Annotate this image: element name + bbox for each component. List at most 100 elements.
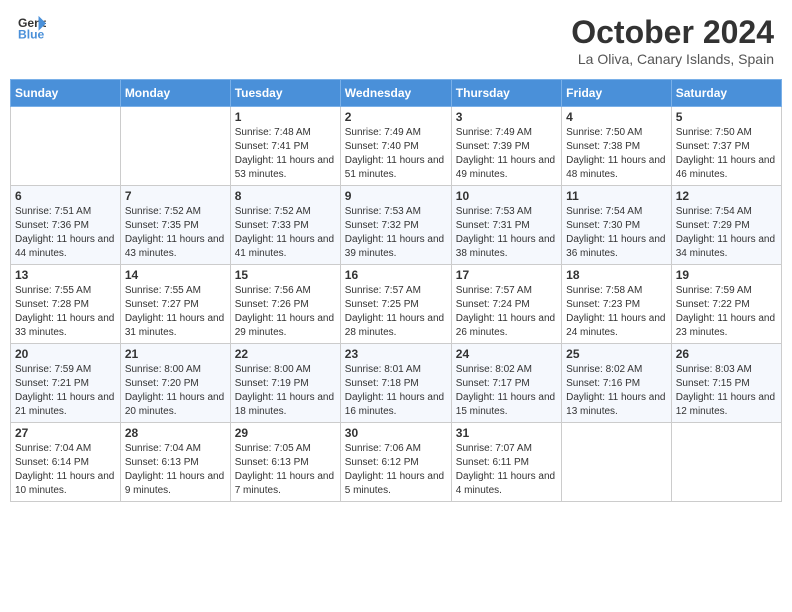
- day-number: 15: [235, 268, 336, 282]
- day-number: 1: [235, 110, 336, 124]
- day-number: 20: [15, 347, 116, 361]
- day-info: Sunrise: 7:07 AM Sunset: 6:11 PM Dayligh…: [456, 442, 557, 498]
- day-number: 27: [15, 426, 116, 440]
- day-number: 16: [345, 268, 447, 282]
- day-number: 29: [235, 426, 336, 440]
- day-info: Sunrise: 7:59 AM Sunset: 7:21 PM Dayligh…: [15, 363, 116, 419]
- day-info: Sunrise: 8:01 AM Sunset: 7:18 PM Dayligh…: [345, 363, 447, 419]
- day-number: 28: [125, 426, 226, 440]
- weekday-header: Wednesday: [340, 80, 451, 107]
- month-title: October 2024: [571, 14, 774, 51]
- logo-icon: General Blue: [18, 14, 46, 42]
- calendar-day-cell: [120, 107, 230, 186]
- calendar-week-row: 27 Sunrise: 7:04 AM Sunset: 6:14 PM Dayli…: [11, 423, 782, 502]
- calendar-day-cell: 6 Sunrise: 7:51 AM Sunset: 7:36 PM Daylig…: [11, 186, 121, 265]
- day-info: Sunrise: 7:52 AM Sunset: 7:35 PM Dayligh…: [125, 205, 226, 261]
- day-info: Sunrise: 7:55 AM Sunset: 7:27 PM Dayligh…: [125, 284, 226, 340]
- day-info: Sunrise: 7:55 AM Sunset: 7:28 PM Dayligh…: [15, 284, 116, 340]
- calendar-day-cell: 13Sunrise: 7:55 AM Sunset: 7:28 PM Dayli…: [11, 265, 121, 344]
- weekday-header: Tuesday: [230, 80, 340, 107]
- weekday-header: Thursday: [451, 80, 561, 107]
- day-number: 3: [456, 110, 557, 124]
- day-number: 18: [566, 268, 667, 282]
- calendar-day-cell: [671, 423, 781, 502]
- day-number: 7: [125, 189, 226, 203]
- calendar-day-cell: 15Sunrise: 7:56 AM Sunset: 7:26 PM Dayli…: [230, 265, 340, 344]
- day-number: 22: [235, 347, 336, 361]
- calendar-day-cell: 9Sunrise: 7:53 AM Sunset: 7:32 PM Daylig…: [340, 186, 451, 265]
- weekday-header: Monday: [120, 80, 230, 107]
- calendar-day-cell: 26 Sunrise: 8:03 AM Sunset: 7:15 PM Dayli…: [671, 344, 781, 423]
- day-info: Sunrise: 8:03 AM Sunset: 7:15 PM Dayligh…: [676, 363, 777, 419]
- day-number: 10: [456, 189, 557, 203]
- calendar-day-cell: 23 Sunrise: 8:01 AM Sunset: 7:18 PM Dayli…: [340, 344, 451, 423]
- weekday-header: Sunday: [11, 80, 121, 107]
- calendar-week-row: 13Sunrise: 7:55 AM Sunset: 7:28 PM Dayli…: [11, 265, 782, 344]
- day-number: 11: [566, 189, 667, 203]
- day-info: Sunrise: 7:54 AM Sunset: 7:29 PM Dayligh…: [676, 205, 777, 261]
- calendar-day-cell: 16 Sunrise: 7:57 AM Sunset: 7:25 PM Dayli…: [340, 265, 451, 344]
- calendar-day-cell: 5 Sunrise: 7:50 AM Sunset: 7:37 PM Daylig…: [671, 107, 781, 186]
- calendar-table: SundayMondayTuesdayWednesdayThursdayFrid…: [10, 79, 782, 502]
- day-number: 14: [125, 268, 226, 282]
- day-number: 8: [235, 189, 336, 203]
- day-number: 9: [345, 189, 447, 203]
- weekday-header: Saturday: [671, 80, 781, 107]
- day-info: Sunrise: 7:54 AM Sunset: 7:30 PM Dayligh…: [566, 205, 667, 261]
- day-number: 31: [456, 426, 557, 440]
- calendar-header-row: SundayMondayTuesdayWednesdayThursdayFrid…: [11, 80, 782, 107]
- day-info: Sunrise: 8:02 AM Sunset: 7:16 PM Dayligh…: [566, 363, 667, 419]
- calendar-day-cell: 11 Sunrise: 7:54 AM Sunset: 7:30 PM Dayli…: [562, 186, 672, 265]
- calendar-day-cell: 7 Sunrise: 7:52 AM Sunset: 7:35 PM Daylig…: [120, 186, 230, 265]
- calendar-day-cell: 18 Sunrise: 7:58 AM Sunset: 7:23 PM Dayli…: [562, 265, 672, 344]
- calendar-day-cell: 20 Sunrise: 7:59 AM Sunset: 7:21 PM Dayli…: [11, 344, 121, 423]
- calendar-day-cell: 8 Sunrise: 7:52 AM Sunset: 7:33 PM Daylig…: [230, 186, 340, 265]
- day-number: 21: [125, 347, 226, 361]
- calendar-day-cell: 1 Sunrise: 7:48 AM Sunset: 7:41 PM Daylig…: [230, 107, 340, 186]
- day-info: Sunrise: 7:48 AM Sunset: 7:41 PM Dayligh…: [235, 126, 336, 182]
- day-number: 2: [345, 110, 447, 124]
- day-info: Sunrise: 8:00 AM Sunset: 7:20 PM Dayligh…: [125, 363, 226, 419]
- weekday-header: Friday: [562, 80, 672, 107]
- location-title: La Oliva, Canary Islands, Spain: [571, 51, 774, 67]
- calendar-day-cell: 19 Sunrise: 7:59 AM Sunset: 7:22 PM Dayli…: [671, 265, 781, 344]
- calendar-week-row: 6 Sunrise: 7:51 AM Sunset: 7:36 PM Daylig…: [11, 186, 782, 265]
- calendar-day-cell: 22 Sunrise: 8:00 AM Sunset: 7:19 PM Dayli…: [230, 344, 340, 423]
- day-number: 26: [676, 347, 777, 361]
- day-number: 5: [676, 110, 777, 124]
- calendar-day-cell: 24Sunrise: 8:02 AM Sunset: 7:17 PM Dayli…: [451, 344, 561, 423]
- calendar-day-cell: 12 Sunrise: 7:54 AM Sunset: 7:29 PM Dayli…: [671, 186, 781, 265]
- calendar-day-cell: 28Sunrise: 7:04 AM Sunset: 6:13 PM Dayli…: [120, 423, 230, 502]
- day-info: Sunrise: 7:50 AM Sunset: 7:38 PM Dayligh…: [566, 126, 667, 182]
- day-info: Sunrise: 7:57 AM Sunset: 7:25 PM Dayligh…: [345, 284, 447, 340]
- calendar-day-cell: 25Sunrise: 8:02 AM Sunset: 7:16 PM Dayli…: [562, 344, 672, 423]
- day-info: Sunrise: 7:49 AM Sunset: 7:39 PM Dayligh…: [456, 126, 557, 182]
- day-number: 19: [676, 268, 777, 282]
- calendar-day-cell: 4Sunrise: 7:50 AM Sunset: 7:38 PM Daylig…: [562, 107, 672, 186]
- day-number: 6: [15, 189, 116, 203]
- day-number: 24: [456, 347, 557, 361]
- calendar-day-cell: 10 Sunrise: 7:53 AM Sunset: 7:31 PM Dayli…: [451, 186, 561, 265]
- day-info: Sunrise: 8:00 AM Sunset: 7:19 PM Dayligh…: [235, 363, 336, 419]
- day-info: Sunrise: 7:52 AM Sunset: 7:33 PM Dayligh…: [235, 205, 336, 261]
- page-header: General Blue October 2024 La Oliva, Cana…: [10, 10, 782, 71]
- day-info: Sunrise: 7:05 AM Sunset: 6:13 PM Dayligh…: [235, 442, 336, 498]
- day-info: Sunrise: 7:04 AM Sunset: 6:14 PM Dayligh…: [15, 442, 116, 498]
- calendar-day-cell: 29 Sunrise: 7:05 AM Sunset: 6:13 PM Dayli…: [230, 423, 340, 502]
- day-info: Sunrise: 7:59 AM Sunset: 7:22 PM Dayligh…: [676, 284, 777, 340]
- day-number: 30: [345, 426, 447, 440]
- svg-text:Blue: Blue: [18, 27, 45, 41]
- day-info: Sunrise: 7:51 AM Sunset: 7:36 PM Dayligh…: [15, 205, 116, 261]
- day-number: 23: [345, 347, 447, 361]
- day-info: Sunrise: 7:06 AM Sunset: 6:12 PM Dayligh…: [345, 442, 447, 498]
- day-info: Sunrise: 7:53 AM Sunset: 7:31 PM Dayligh…: [456, 205, 557, 261]
- calendar-day-cell: 14 Sunrise: 7:55 AM Sunset: 7:27 PM Dayli…: [120, 265, 230, 344]
- title-area: October 2024 La Oliva, Canary Islands, S…: [571, 14, 774, 67]
- day-number: 12: [676, 189, 777, 203]
- calendar-week-row: 20 Sunrise: 7:59 AM Sunset: 7:21 PM Dayli…: [11, 344, 782, 423]
- day-info: Sunrise: 7:58 AM Sunset: 7:23 PM Dayligh…: [566, 284, 667, 340]
- calendar-day-cell: 17Sunrise: 7:57 AM Sunset: 7:24 PM Dayli…: [451, 265, 561, 344]
- calendar-day-cell: [11, 107, 121, 186]
- calendar-day-cell: 3 Sunrise: 7:49 AM Sunset: 7:39 PM Daylig…: [451, 107, 561, 186]
- day-info: Sunrise: 7:50 AM Sunset: 7:37 PM Dayligh…: [676, 126, 777, 182]
